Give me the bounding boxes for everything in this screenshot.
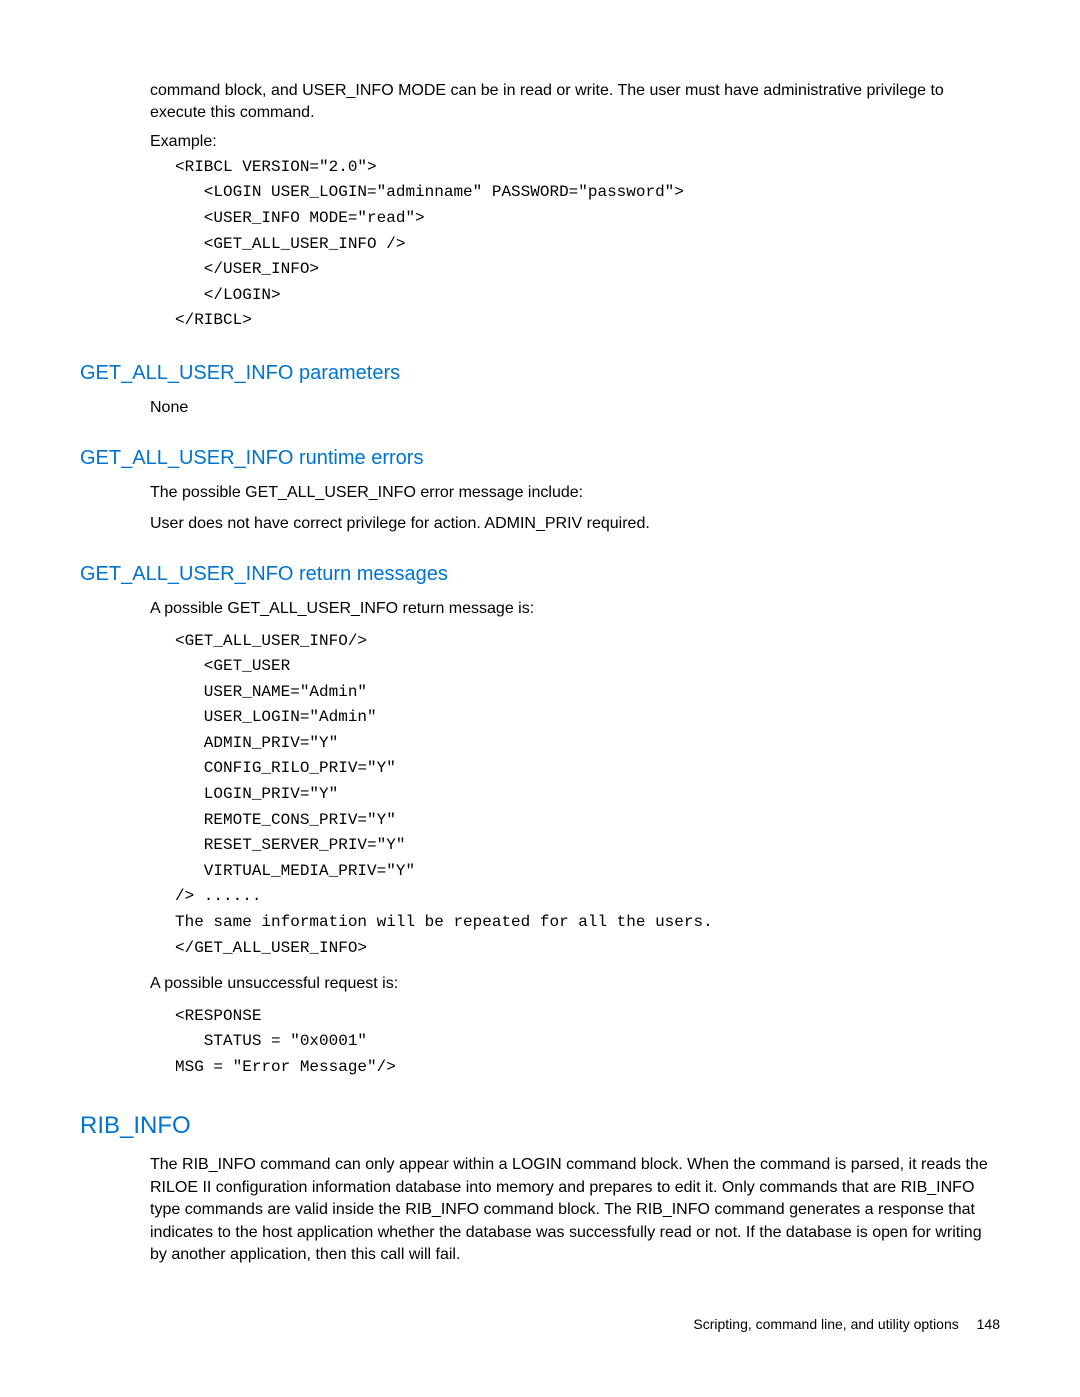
runtime-p2: User does not have correct privilege for…: [150, 513, 1000, 535]
return-p2: A possible unsuccessful request is:: [150, 973, 1000, 995]
heading-runtime-errors: GET_ALL_USER_INFO runtime errors: [80, 447, 1000, 470]
code-block-return: <GET_ALL_USER_INFO/> <GET_USER USER_NAME…: [175, 629, 1000, 962]
example-label: Example:: [150, 133, 1000, 151]
page-number: 148: [977, 1316, 1000, 1332]
params-body: None: [150, 397, 1000, 419]
heading-parameters: GET_ALL_USER_INFO parameters: [80, 362, 1000, 385]
heading-rib-info: RIB_INFO: [80, 1112, 1000, 1140]
intro-paragraph: command block, and USER_INFO MODE can be…: [150, 80, 1000, 125]
code-block-example: <RIBCL VERSION="2.0"> <LOGIN USER_LOGIN=…: [175, 155, 1000, 334]
footer-text: Scripting, command line, and utility opt…: [693, 1316, 958, 1332]
return-p1: A possible GET_ALL_USER_INFO return mess…: [150, 598, 1000, 620]
heading-return-messages: GET_ALL_USER_INFO return messages: [80, 563, 1000, 586]
rib-info-paragraph: The RIB_INFO command can only appear wit…: [150, 1154, 1000, 1266]
page-footer: Scripting, command line, and utility opt…: [80, 1316, 1000, 1332]
runtime-p1: The possible GET_ALL_USER_INFO error mes…: [150, 482, 1000, 504]
code-block-unsuccessful: <RESPONSE STATUS = "0x0001" MSG = "Error…: [175, 1004, 1000, 1081]
document-page: command block, and USER_INFO MODE can be…: [0, 0, 1080, 1372]
